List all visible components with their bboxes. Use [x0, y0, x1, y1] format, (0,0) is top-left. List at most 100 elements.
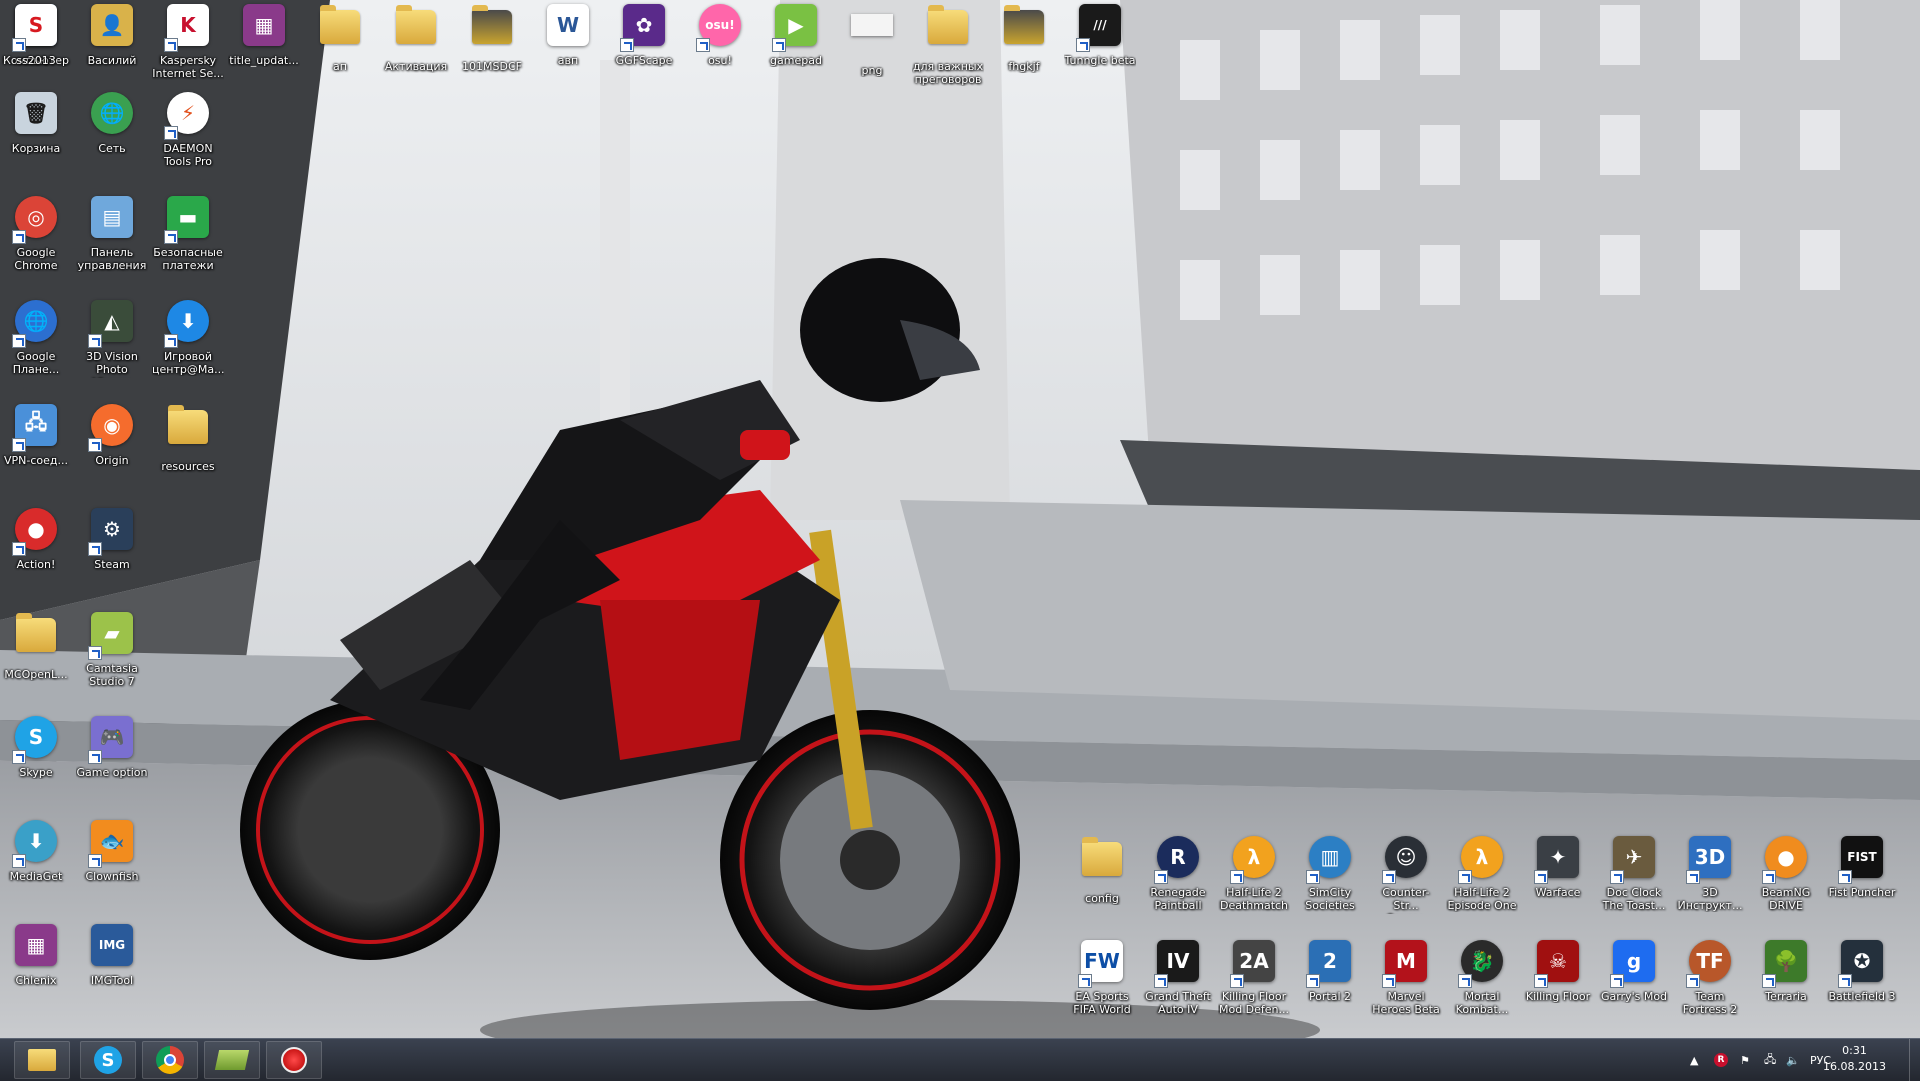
desktop-icon-doc-clock[interactable]: ✈ Doc Clock The Toast...	[1598, 832, 1670, 928]
desktop-icon-fhgkjf[interactable]: fhgkjf	[988, 0, 1060, 96]
desktop-icon-png[interactable]: png	[836, 0, 908, 96]
desktop-icon-mediaget[interactable]: ⬇ MediaGet	[0, 816, 72, 912]
desktop-icon-label: resources	[161, 460, 215, 473]
shortcut-arrow-icon	[164, 126, 178, 140]
desktop-icon-3d[interactable]: 3D 3D Инструкт...	[1674, 832, 1746, 928]
desktop-icon-origin[interactable]: ◉ Origin	[76, 400, 148, 496]
desktop-icon-label: MediaGet	[9, 870, 63, 883]
desktop-icon-steam[interactable]: ⚙ Steam	[76, 504, 148, 600]
shortcut-arrow-icon	[1306, 974, 1320, 988]
shortcut-arrow-icon	[1230, 870, 1244, 884]
show-desktop-button[interactable]	[1909, 1039, 1920, 1081]
desktop-icon-label: MCOpenL...	[4, 668, 68, 681]
shortcut-arrow-icon	[164, 38, 178, 52]
shortcut-arrow-icon	[1076, 38, 1090, 52]
shortcut-arrow-icon	[1458, 870, 1472, 884]
desktop-icon-безопасные[interactable]: ▬ Безопасные платежи	[152, 192, 224, 288]
3dinstr-icon: 3D	[1686, 836, 1734, 884]
desktop-icon-label: 3D Инструкт...	[1677, 886, 1743, 912]
desktop-icon-tunngle-beta[interactable]: /// Tunngle beta	[1064, 0, 1136, 96]
desktop-icon-counter-str[interactable]: ☺Counter-Str... Source	[1370, 832, 1442, 928]
desktop-icon-101msdcf[interactable]: 101MSDCF	[456, 0, 528, 96]
halflife-icon: λ	[1458, 836, 1506, 884]
shortcut-arrow-icon	[696, 38, 710, 52]
desktop-icon-daemon[interactable]: ⚡ DAEMON Tools Pro	[152, 88, 224, 184]
desktop-icon-chlenix[interactable]: ▦ Chlenix	[0, 920, 72, 1016]
desktop-icon-warface[interactable]: ✦ Warface	[1522, 832, 1594, 928]
desktop-icon-resources[interactable]: resources	[152, 400, 224, 496]
desktop-icon-google[interactable]: ◎ Google Chrome	[0, 192, 72, 288]
desktop-icon-osu[interactable]: osu! osu!	[684, 0, 756, 96]
desktop-icon-корзина[interactable]: 🗑 Корзина	[0, 88, 72, 184]
desktop-icon-gamepad[interactable]: ▶ gamepad	[760, 0, 832, 96]
desktop-icon-mcopenl[interactable]: MCOpenL...	[0, 608, 72, 704]
desktop-icon-team[interactable]: TF Team Fortress 2	[1674, 936, 1746, 1032]
desktop-icon-killing-floor[interactable]: ☠ Killing Floor	[1522, 936, 1594, 1032]
tray-network-icon[interactable]: 🖧	[1764, 1039, 1776, 1081]
folder-photo-icon	[1000, 5, 1048, 58]
desktop-icon-camtasia[interactable]: ▰ Camtasia Studio 7	[76, 608, 148, 704]
desktop-icon-title-updat[interactable]: ▦ title_updat...	[228, 0, 300, 96]
taskbar-skype-button[interactable]: S	[80, 1041, 136, 1079]
tray-kaspersky-icon[interactable]: R	[1714, 1039, 1728, 1081]
desktop-icon-ап[interactable]: ап	[304, 0, 376, 96]
desktop-icon-half-life-2[interactable]: λ Half-Life 2 Episode One	[1446, 832, 1518, 928]
desktop-icon-renegade[interactable]: R Renegade Paintball	[1142, 832, 1214, 928]
desktop-icon-half-life-2[interactable]: λ Half-Life 2 Deathmatch	[1218, 832, 1290, 928]
desktop-icon-игровой[interactable]: ⬇ Игровой центр@Ma...	[152, 296, 224, 392]
tray-show-hidden-button[interactable]: ▲	[1690, 1039, 1698, 1081]
desktop-icon-vpn-соед[interactable]: 🖧 VPN-соед...	[0, 400, 72, 496]
desktop-icon-для-важных[interactable]: для важных преговоров	[912, 0, 984, 96]
shortcut-arrow-icon	[12, 438, 26, 452]
desktop-icon-terraria[interactable]: 🌳 Terraria	[1750, 936, 1822, 1032]
shortcut-arrow-icon	[1610, 870, 1624, 884]
desktop-icon-grand-theft[interactable]: IV Grand Theft Auto IV	[1142, 936, 1214, 1032]
gameoption-icon: 🎮	[88, 716, 136, 764]
gamecenter-icon: ⬇	[164, 300, 212, 348]
desktop-icon-clownfish[interactable]: 🐟 Clownfish	[76, 816, 148, 912]
desktop-icon-панель[interactable]: ▤ Панель управления	[76, 192, 148, 288]
taskbar: S ▲ R ⚑ 🖧 🔈 РУС 0:31 16.08.2013	[0, 1038, 1920, 1081]
desktop-icon-portal-2[interactable]: 2 Portal 2	[1294, 936, 1366, 1032]
tray-action-center-icon[interactable]: ⚑	[1740, 1039, 1750, 1081]
taskbar-camtasia-button[interactable]	[204, 1041, 260, 1079]
desktop-icon-kaspersky[interactable]: K Kaspersky Internet Se...	[152, 0, 224, 96]
tray-volume-icon[interactable]: 🔈	[1786, 1039, 1800, 1081]
desktop-icon-label: gamepad	[770, 54, 822, 67]
desktop-icon-google[interactable]: 🌐 Google Плане...	[0, 296, 72, 392]
desktop-icon-3d-vision[interactable]: ◭3D Vision Photo Viewer	[76, 296, 148, 392]
taskbar-chrome-button[interactable]	[142, 1041, 198, 1079]
shortcut-arrow-icon	[12, 334, 26, 348]
desktop-icon-активация[interactable]: Активация	[380, 0, 452, 96]
desktop-icon-simcity[interactable]: ▥ SimCity Societies	[1294, 832, 1366, 928]
desktop-icon-сеть[interactable]: 🌐 Сеть	[76, 88, 148, 184]
desktop-icon-василий[interactable]: 👤 Василий	[76, 0, 148, 96]
desktop-icon-label: Marvel Heroes Beta	[1372, 990, 1440, 1016]
desktop-icons: 🖥Компьютер👤ВасилийKKaspersky Internet Se…	[0, 0, 1920, 1038]
desktop-icon-config[interactable]: config	[1066, 832, 1138, 928]
desktop-icon-fist-puncher[interactable]: FIST Fist Puncher	[1826, 832, 1898, 928]
desktop-icon-imgtool[interactable]: IMG IMGTool	[76, 920, 148, 1016]
desktop-icon-beamng[interactable]: ● BeamNG DRIVE	[1750, 832, 1822, 928]
control-icon: ▤	[88, 196, 136, 244]
tray-clock[interactable]: 0:31 16.08.2013	[1823, 1043, 1886, 1075]
shortcut-arrow-icon	[1686, 870, 1700, 884]
desktop-icon-skype[interactable]: S Skype	[0, 712, 72, 808]
chrome-icon: ◎	[12, 196, 60, 244]
warface-icon: ✦	[1534, 836, 1582, 884]
desktop-icon-label: png	[861, 64, 883, 77]
desktop-icon-авп[interactable]: Wавп	[532, 0, 604, 96]
desktop-icon-ea-sports[interactable]: FW EA Sports FIFA World	[1066, 936, 1138, 1032]
taskbar-explorer-button[interactable]	[14, 1041, 70, 1079]
desktop-icon-killing-floor[interactable]: 2A Killing Floor Mod Defen...	[1218, 936, 1290, 1032]
desktop-icon-marvel[interactable]: M Marvel Heroes Beta	[1370, 936, 1442, 1032]
desktop-icon-mortal[interactable]: 🐉 Mortal Kombat...	[1446, 936, 1518, 1032]
desktop-icon-action[interactable]: ● Action!	[0, 504, 72, 600]
desktop-icon-battlefield-3[interactable]: ✪ Battlefield 3	[1826, 936, 1898, 1032]
desktop-icon-label: Корзина	[11, 142, 61, 155]
desktop-icon-ss2013[interactable]: Sss2013	[0, 0, 72, 96]
taskbar-record-button[interactable]	[266, 1041, 322, 1079]
desktop-icon-ggfscape[interactable]: ✿ GGFScape	[608, 0, 680, 96]
desktop-icon-garry-s-mod[interactable]: g Garry's Mod	[1598, 936, 1670, 1032]
desktop-icon-game-option[interactable]: 🎮 Game option	[76, 712, 148, 808]
